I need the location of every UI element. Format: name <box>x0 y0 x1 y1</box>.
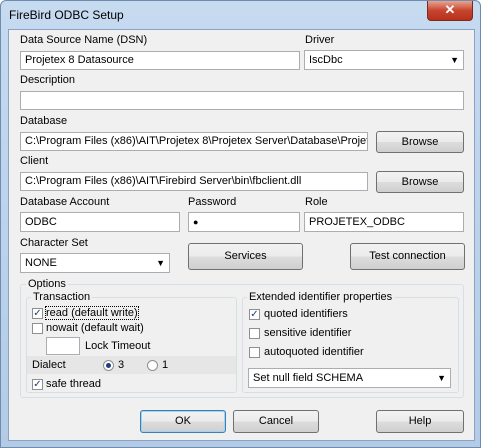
dsn-label: Data Source Name (DSN) <box>20 34 148 46</box>
password-input[interactable]: ● <box>188 212 300 232</box>
extended-title: Extended identifier properties <box>247 291 395 303</box>
client-label: Client <box>20 155 49 167</box>
dialect-1-label: 1 <box>162 359 169 371</box>
dsn-input[interactable]: Projetex 8 Datasource <box>20 51 300 70</box>
driver-value: IscDbc <box>309 54 343 66</box>
lock-timeout-label: Lock Timeout <box>85 340 151 352</box>
charset-select[interactable]: NONE ▼ <box>20 253 170 273</box>
description-label: Description <box>20 74 76 86</box>
check-icon: ✓ <box>33 379 42 390</box>
test-connection-button[interactable]: Test connection <box>350 243 465 270</box>
dialog-window: FireBird ODBC Setup ✕ Data Source Name (… <box>0 0 481 448</box>
account-label: Database Account <box>20 196 110 208</box>
transaction-title: Transaction <box>31 291 93 303</box>
null-field-select[interactable]: Set null field SCHEMA ▼ <box>248 368 451 388</box>
chevron-down-icon: ▼ <box>437 373 446 383</box>
autoquoted-checkbox[interactable] <box>249 347 260 358</box>
null-field-value: Set null field SCHEMA <box>253 372 364 384</box>
dialect-label: Dialect <box>32 359 66 371</box>
ok-button[interactable]: OK <box>140 410 226 433</box>
chevron-down-icon: ▼ <box>156 258 165 268</box>
help-button[interactable]: Help <box>376 410 464 433</box>
read-label[interactable]: read (default write) <box>45 306 139 320</box>
close-button[interactable]: ✕ <box>427 1 473 21</box>
dialect-3-label: 3 <box>118 359 125 371</box>
safe-thread-label[interactable]: safe thread <box>46 378 101 390</box>
charset-value: NONE <box>25 257 57 269</box>
database-browse-button[interactable]: Browse <box>376 131 464 153</box>
role-input[interactable]: PROJETEX_ODBC <box>304 212 464 232</box>
lock-timeout-input[interactable] <box>46 337 80 355</box>
options-title: Options <box>26 278 68 290</box>
quoted-checkbox[interactable]: ✓ <box>249 309 260 320</box>
charset-label: Character Set <box>20 237 88 249</box>
close-icon: ✕ <box>444 2 456 17</box>
safe-thread-checkbox[interactable]: ✓ <box>32 379 43 390</box>
dialect-1-radio[interactable] <box>147 360 158 371</box>
services-button[interactable]: Services <box>188 243 303 270</box>
window-title: FireBird ODBC Setup <box>9 8 124 22</box>
driver-select[interactable]: IscDbc ▼ <box>304 50 464 70</box>
sensitive-checkbox[interactable] <box>249 328 260 339</box>
title-bar[interactable]: FireBird ODBC Setup ✕ <box>1 1 480 29</box>
description-input[interactable] <box>20 91 464 110</box>
autoquoted-label[interactable]: autoquoted identifier <box>264 346 364 358</box>
password-label: Password <box>188 196 237 208</box>
account-input[interactable]: ODBC <box>20 212 180 232</box>
quoted-label[interactable]: quoted identifiers <box>264 308 348 320</box>
nowait-checkbox[interactable] <box>32 323 43 334</box>
dialog-body: Data Source Name (DSN) Projetex 8 Dataso… <box>8 29 475 441</box>
read-checkbox[interactable]: ✓ <box>32 308 43 319</box>
database-input[interactable]: C:\Program Files (x86)\AIT\Projetex 8\Pr… <box>20 132 368 151</box>
database-label: Database <box>20 115 68 127</box>
chevron-down-icon: ▼ <box>450 55 459 65</box>
cancel-button[interactable]: Cancel <box>233 410 319 433</box>
nowait-label[interactable]: nowait (default wait) <box>46 322 144 334</box>
sensitive-label[interactable]: sensitive identifier <box>264 327 351 339</box>
dialect-3-radio[interactable] <box>103 360 114 371</box>
check-icon: ✓ <box>250 309 259 320</box>
client-input[interactable]: C:\Program Files (x86)\AIT\Firebird Serv… <box>20 172 368 191</box>
check-icon: ✓ <box>33 308 42 319</box>
client-browse-button[interactable]: Browse <box>376 171 464 193</box>
driver-label: Driver <box>305 34 335 46</box>
role-label: Role <box>305 196 328 208</box>
